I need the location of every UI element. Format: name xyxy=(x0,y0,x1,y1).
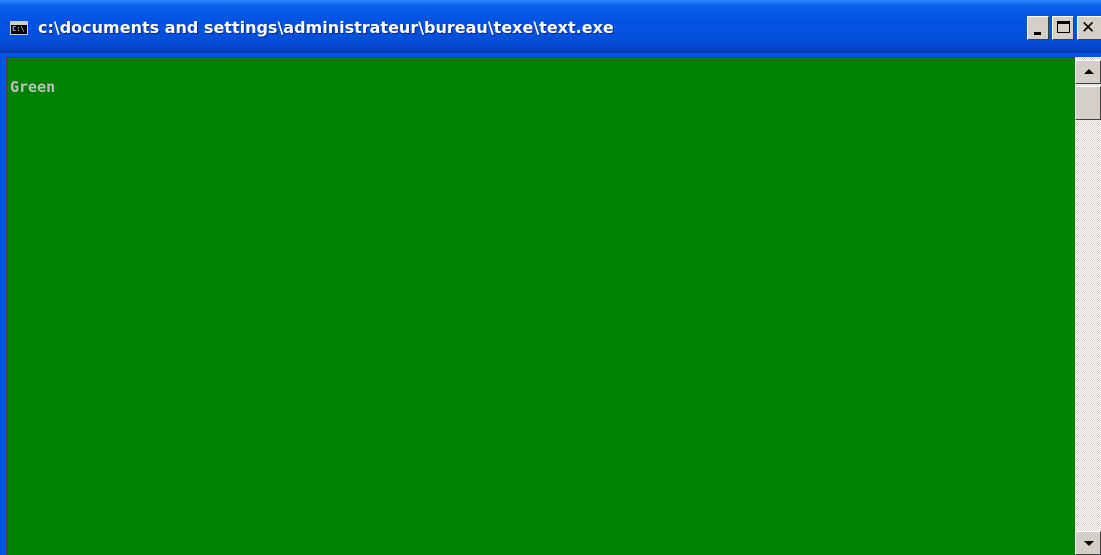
close-icon: ✕ xyxy=(1081,18,1096,38)
minimize-button[interactable] xyxy=(1027,16,1049,40)
minimize-icon xyxy=(1034,32,1041,35)
title-bar[interactable]: C:\ c:\documents and settings\administra… xyxy=(0,0,1101,53)
window-title: c:\documents and settings\administrateur… xyxy=(38,18,614,37)
close-button[interactable]: ✕ xyxy=(1077,16,1101,40)
console-app-icon[interactable]: C:\ xyxy=(10,21,28,35)
scrollbar-thumb[interactable] xyxy=(1075,86,1101,120)
console-window: C:\ c:\documents and settings\administra… xyxy=(0,0,1101,555)
app-icon-text: C:\ xyxy=(12,25,25,33)
arrow-down-icon xyxy=(1084,541,1094,546)
vertical-scrollbar[interactable] xyxy=(1075,57,1101,555)
console-output-line: Green xyxy=(10,78,56,96)
arrow-up-icon xyxy=(1084,69,1094,74)
scroll-up-button[interactable] xyxy=(1075,60,1101,84)
scroll-down-button[interactable] xyxy=(1075,531,1101,555)
maximize-icon xyxy=(1057,21,1070,33)
console-output-area[interactable]: Green xyxy=(6,57,1075,555)
maximize-button[interactable] xyxy=(1052,16,1074,40)
